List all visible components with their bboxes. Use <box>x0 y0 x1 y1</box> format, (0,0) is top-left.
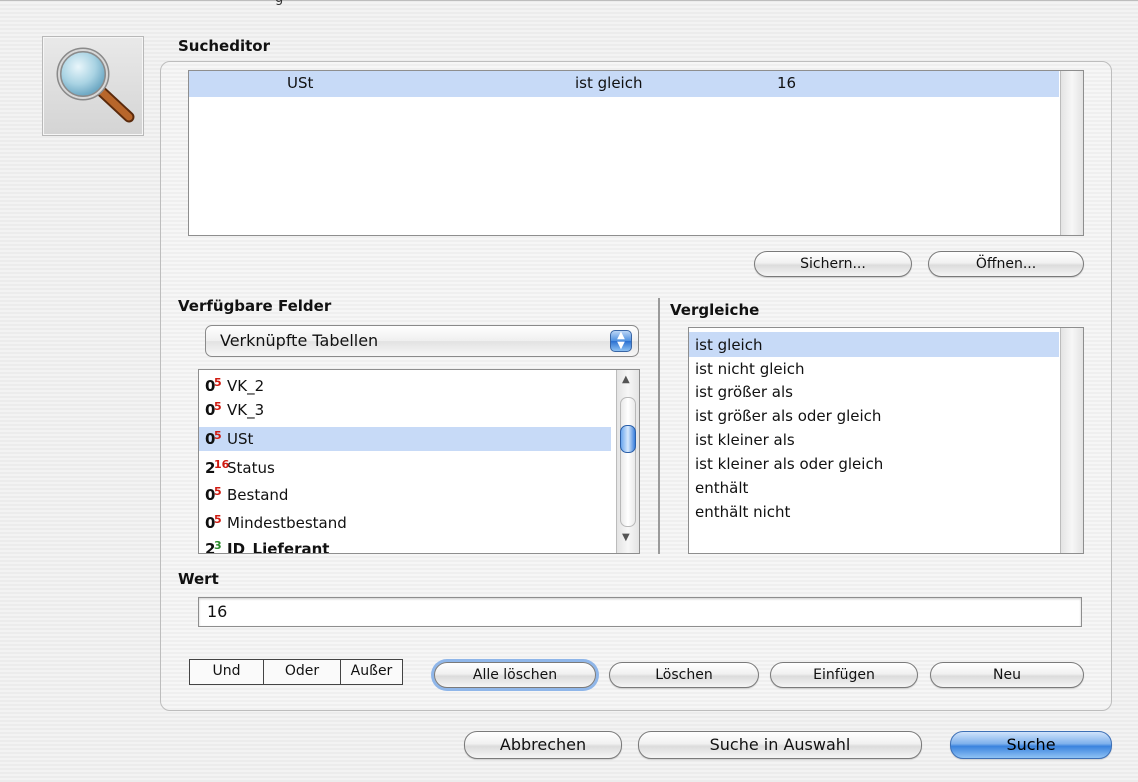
field-label: ID_Lieferant <box>227 540 330 554</box>
scroll-thumb[interactable] <box>620 425 636 453</box>
list-item[interactable]: 0 5 VK_2 <box>205 374 613 398</box>
list-item[interactable]: enthält nicht <box>695 500 790 524</box>
available-fields-heading: Verfügbare Felder <box>178 297 332 315</box>
list-item[interactable]: 2 16 Status <box>205 456 613 480</box>
comparisons-list[interactable]: ist gleich ist nicht gleich ist größer a… <box>688 327 1084 554</box>
list-item[interactable]: ist kleiner als oder gleich <box>695 452 883 476</box>
table-select-value: Verknüpfte Tabellen <box>220 331 379 350</box>
number-type-icon: 05 <box>205 485 222 504</box>
delete-button[interactable]: Löschen <box>609 662 759 688</box>
magnifier-icon <box>56 47 135 123</box>
field-label: USt <box>227 430 254 448</box>
number-type-icon: 05 <box>205 400 222 419</box>
search-magnifier-icon-box <box>42 36 144 136</box>
field-label: Mindestbestand <box>227 514 347 532</box>
criteria-comparison: ist gleich <box>575 74 643 92</box>
clear-all-button[interactable]: Alle löschen <box>434 662 596 688</box>
sucheditor-heading: Sucheditor <box>178 37 270 55</box>
criteria-row[interactable]: USt ist gleich 16 <box>189 71 1059 97</box>
list-item[interactable]: ist größer als oder gleich <box>695 404 881 428</box>
cancel-button[interactable]: Abbrechen <box>464 731 622 759</box>
list-item[interactable]: ist kleiner als <box>695 428 795 452</box>
scroll-track <box>620 397 636 527</box>
comparisons-heading: Vergleiche <box>670 301 760 319</box>
number-type-icon: 05 <box>205 513 222 532</box>
field-label: VK_2 <box>227 377 265 395</box>
text-type-icon: 2 16 <box>205 458 230 477</box>
list-item[interactable]: 0 5 Mindestbestand <box>205 511 613 535</box>
window-title-fragment: g <box>275 0 283 6</box>
column-divider <box>658 298 660 554</box>
list-item[interactable]: ist größer als <box>695 380 793 404</box>
insert-button[interactable]: Einfügen <box>770 662 918 688</box>
comparisons-list-scrollbar[interactable] <box>1060 328 1083 553</box>
list-item[interactable]: ist nicht gleich <box>695 357 805 381</box>
new-button[interactable]: Neu <box>930 662 1084 688</box>
search-in-selection-button[interactable]: Suche in Auswahl <box>638 731 922 759</box>
number-type-icon: 05 <box>205 429 222 448</box>
save-button[interactable]: Sichern... <box>754 251 912 277</box>
criteria-field: USt <box>287 74 314 92</box>
list-item-selected[interactable]: 0 5 USt <box>199 427 611 451</box>
list-item[interactable]: 2 3 ID_Lieferant <box>205 537 613 554</box>
field-label: VK_3 <box>227 401 265 419</box>
fields-list-scrollbar[interactable]: ▲ ▼ <box>616 370 639 553</box>
and-button[interactable]: Und <box>189 659 264 685</box>
table-select-popup[interactable]: Verknüpfte Tabellen ▲ ▼ <box>205 325 639 357</box>
criteria-list[interactable]: USt ist gleich 16 <box>188 70 1084 236</box>
criteria-list-scrollbar[interactable] <box>1060 71 1083 235</box>
fields-list[interactable]: 0 5 VK_2 0 5 VK_3 0 5 USt 2 16 Status 0 5 Bestand … <box>198 369 640 554</box>
popup-arrows-icon: ▲ ▼ <box>610 330 632 352</box>
except-button[interactable]: Außer <box>340 659 403 685</box>
list-item[interactable]: 0 5 VK_3 <box>205 398 613 422</box>
text-type-icon: 23 <box>205 539 222 554</box>
value-heading: Wert <box>178 570 219 588</box>
or-button[interactable]: Oder <box>263 659 341 685</box>
scroll-up-arrow-icon[interactable]: ▲ <box>622 374 630 385</box>
value-input[interactable]: 16 <box>198 597 1082 627</box>
list-item-selected[interactable]: ist gleich <box>695 333 762 357</box>
field-label: Bestand <box>227 486 289 504</box>
window-top-edge <box>0 0 1138 1</box>
search-button[interactable]: Suche <box>950 731 1112 759</box>
open-button[interactable]: Öffnen... <box>928 251 1084 277</box>
scroll-down-arrow-icon[interactable]: ▼ <box>622 532 630 543</box>
criteria-value: 16 <box>777 74 797 92</box>
field-label: Status <box>227 459 275 477</box>
value-input-text: 16 <box>207 602 228 621</box>
list-item[interactable]: 0 5 Bestand <box>205 483 613 507</box>
list-item[interactable]: enthält <box>695 476 748 500</box>
